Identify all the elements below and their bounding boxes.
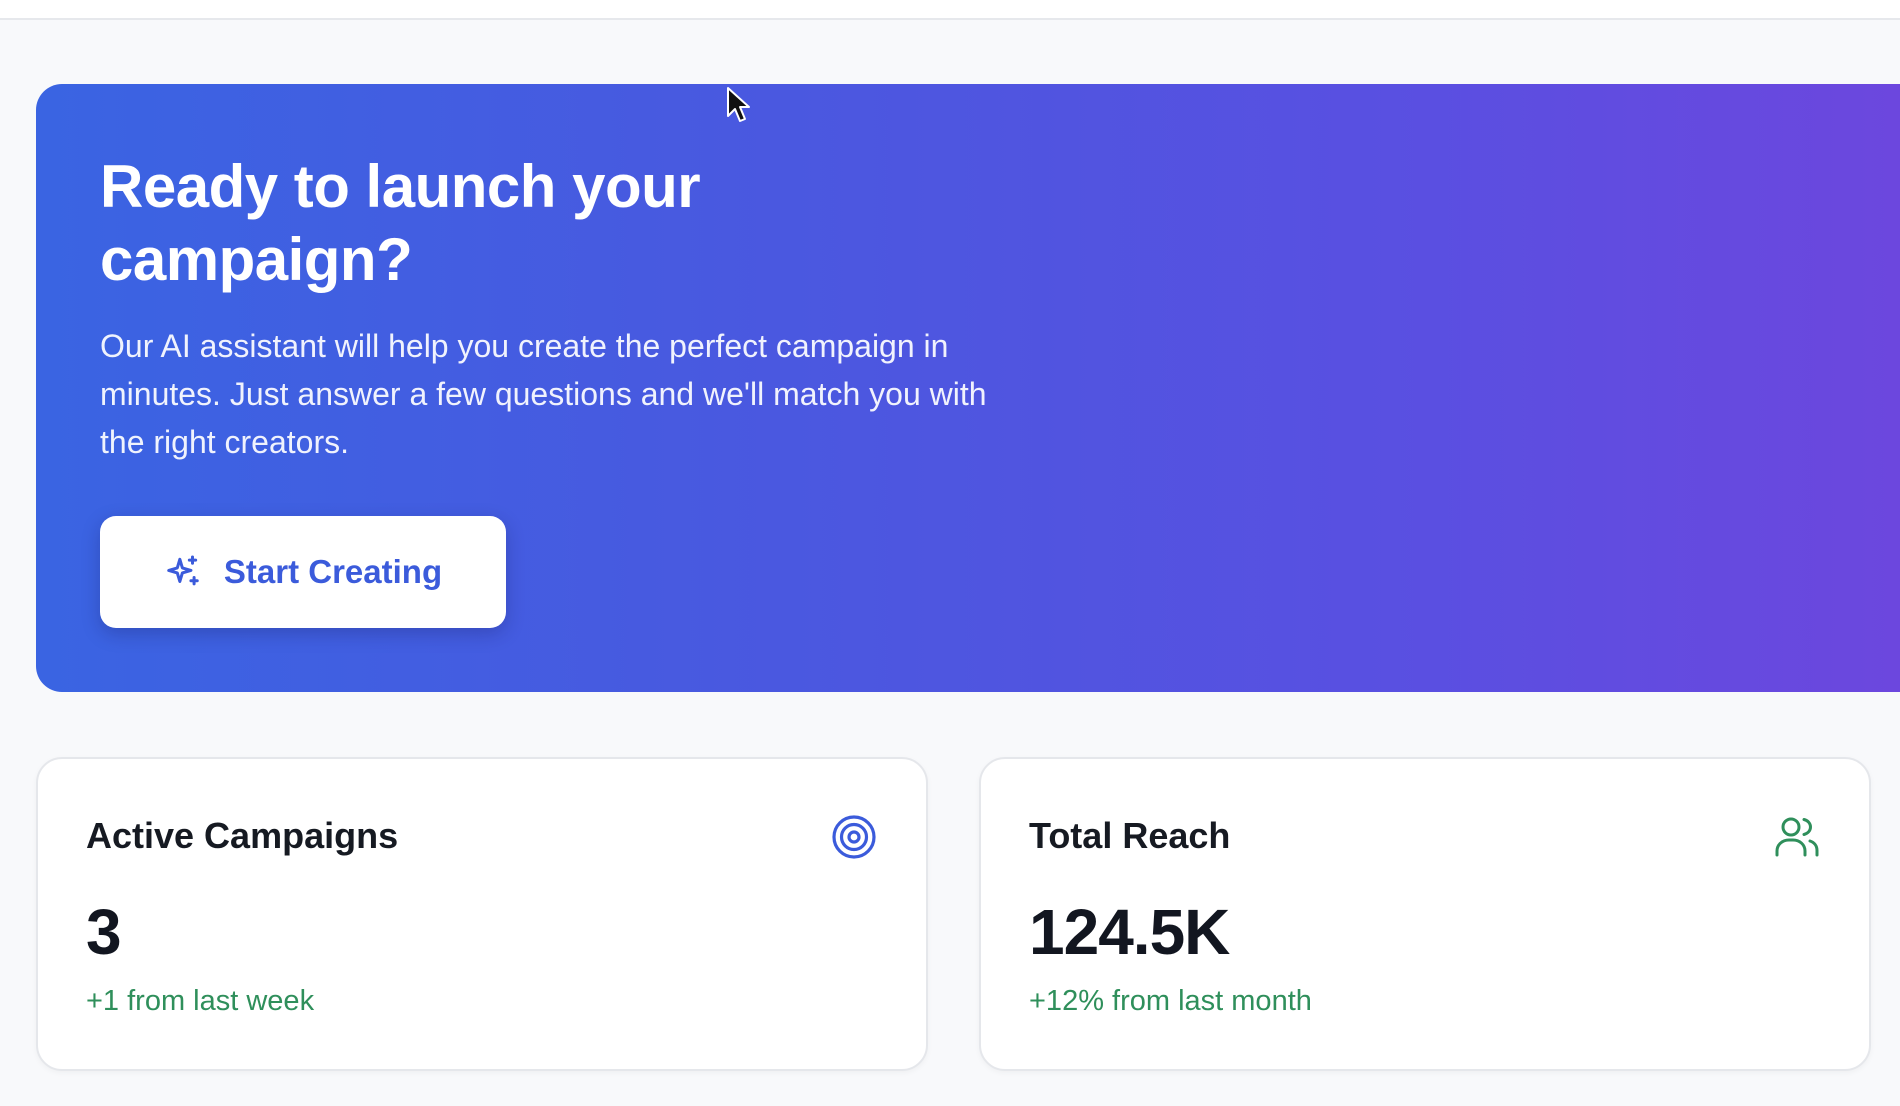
stat-title: Total Reach [1029, 815, 1231, 856]
stat-change: +12% from last month [1029, 985, 1312, 1017]
hero-title: Ready to launch your campaign? [100, 153, 701, 293]
stat-value: 124.5K [1029, 896, 1230, 968]
stat-change: +1 from last week [86, 985, 315, 1017]
campaign-hero-banner: Ready to launch your campaign? Our AI as… [36, 84, 1900, 692]
hero-description: Our AI assistant will help you create th… [100, 328, 987, 460]
mouse-cursor-icon [726, 86, 752, 126]
stat-title: Active Campaigns [86, 815, 399, 856]
target-icon [830, 813, 878, 861]
stat-card-total-reach: Total Reach 124.5K +12% from last month [979, 757, 1871, 1071]
stat-value: 3 [86, 896, 122, 968]
users-icon [1773, 813, 1821, 861]
start-creating-button[interactable]: Start Creating [100, 516, 506, 628]
start-creating-label: Start Creating [223, 553, 443, 590]
top-bar [0, 0, 1900, 20]
sparkles-icon [164, 553, 202, 591]
stat-card-active-campaigns: Active Campaigns 3 +1 from last week [36, 757, 928, 1071]
